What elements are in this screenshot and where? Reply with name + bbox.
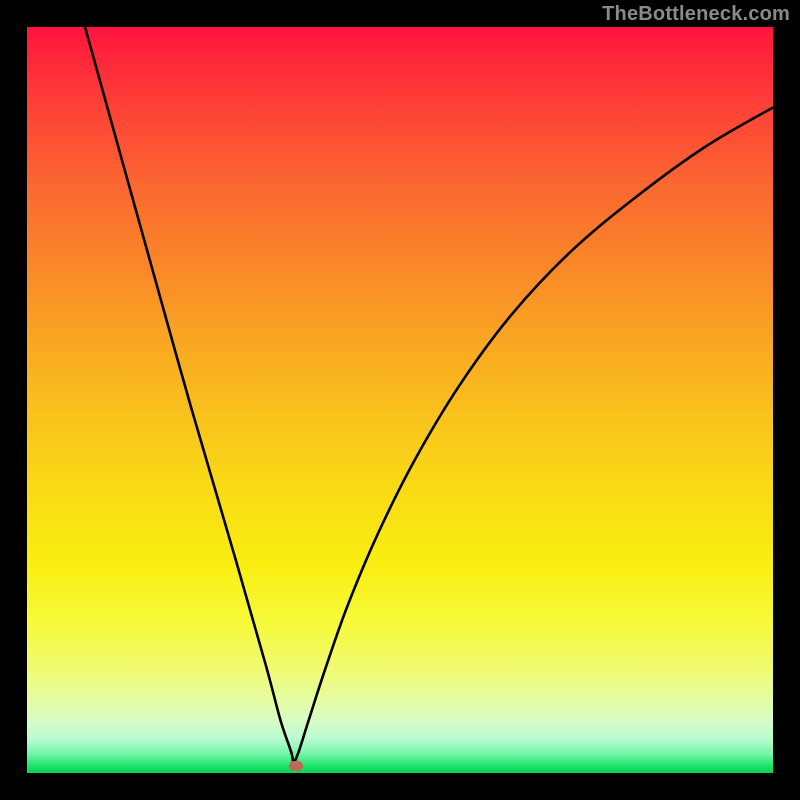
gradient-background bbox=[27, 27, 773, 773]
watermark-text: TheBottleneck.com bbox=[602, 3, 790, 26]
plot-area bbox=[27, 27, 773, 773]
optimal-point-marker bbox=[289, 761, 303, 771]
black-frame: TheBottleneck.com bbox=[0, 0, 800, 800]
